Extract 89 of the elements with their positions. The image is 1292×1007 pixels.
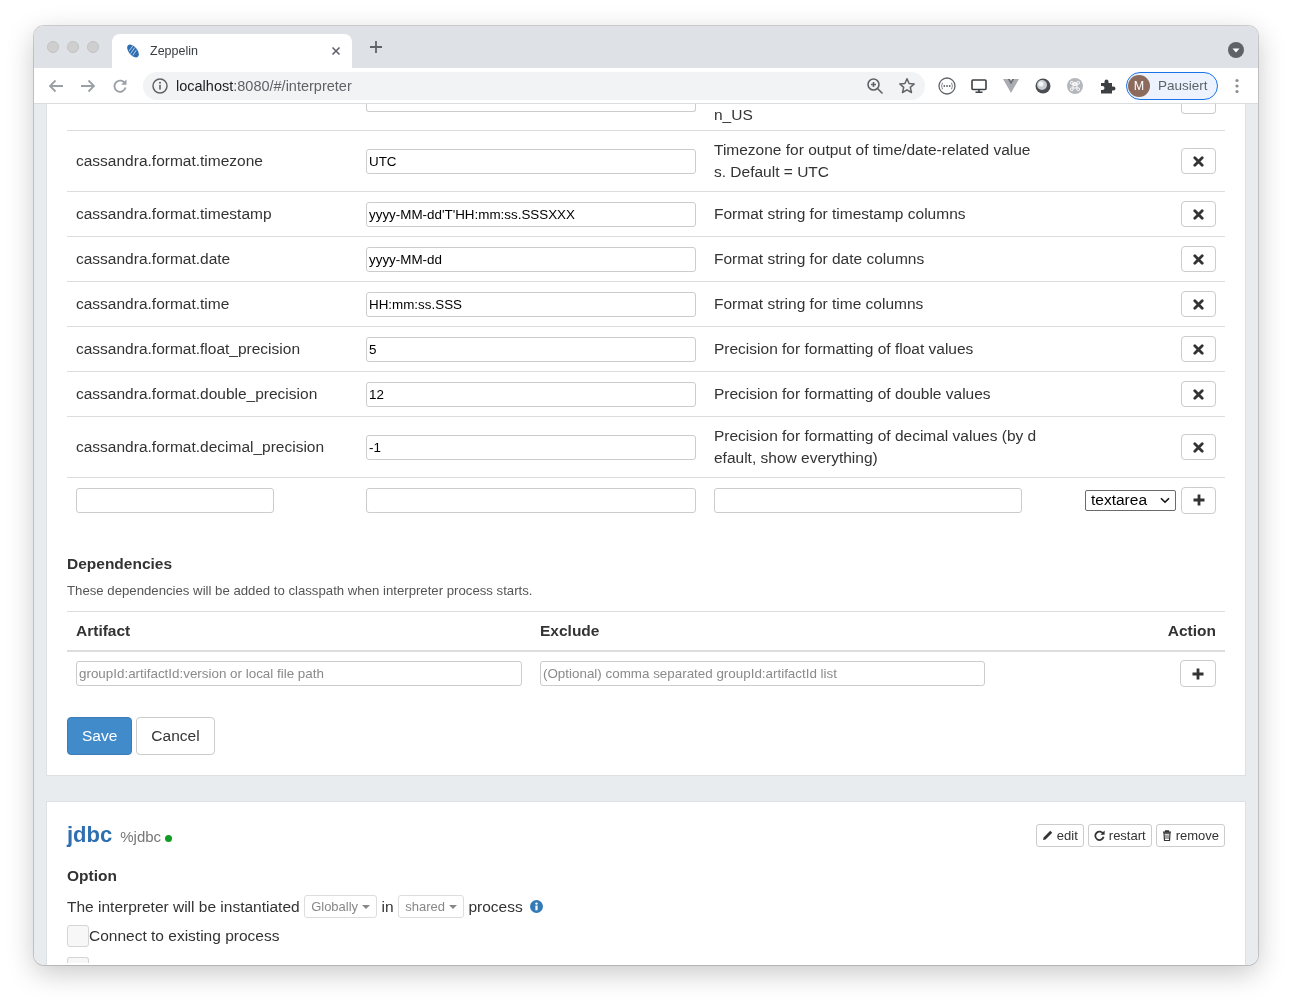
property-name: cassandra.format.double_precision	[76, 384, 318, 404]
section-title: Dependencies	[67, 555, 174, 573]
property-name: cassandra.format.timezone	[76, 151, 263, 171]
value-field[interactable]: yyyy-MM-dd'T'HH:mm:ss.SSSXXX	[366, 201, 696, 227]
column-header: Exclude	[539, 621, 601, 641]
restart-button[interactable]: restart	[1087, 823, 1152, 847]
disc-icon[interactable]	[1034, 76, 1052, 95]
leaf-icon	[125, 43, 141, 59]
type-select[interactable]: textarea	[1085, 489, 1176, 511]
v-logo-icon[interactable]	[1002, 76, 1020, 95]
description-text: Format string for date columns	[714, 249, 926, 269]
artifact-field[interactable]: groupId:artifactId:version or local file path	[76, 661, 522, 686]
value-field[interactable]	[366, 104, 696, 112]
remove-button[interactable]	[1181, 336, 1216, 362]
avatar: M	[1128, 74, 1150, 97]
value-field[interactable]: 5	[366, 336, 696, 362]
checkbox[interactable]	[67, 957, 89, 963]
browser-tab[interactable]: Zeppelin	[112, 34, 352, 68]
value-field[interactable]: 12	[366, 381, 696, 407]
property-name: cassandra.format.timestamp	[76, 204, 272, 224]
star-icon[interactable]	[898, 76, 916, 95]
section-title: Option	[67, 866, 118, 886]
more-icon[interactable]	[1235, 77, 1239, 94]
pencil-icon	[1041, 829, 1053, 841]
ellipsis-circle-icon[interactable]	[938, 76, 956, 95]
column-header: Action	[1166, 621, 1217, 641]
add-button[interactable]	[1181, 486, 1216, 514]
description-field[interactable]	[714, 487, 1022, 513]
cancel-button[interactable]: Cancel	[136, 717, 215, 755]
x-icon	[1193, 155, 1204, 167]
info-icon[interactable]	[152, 77, 168, 94]
info-icon[interactable]	[530, 900, 544, 913]
interpreter-name: jdbc	[67, 822, 113, 848]
remove-button[interactable]	[1181, 291, 1216, 317]
interpreter-alias: %jdbc	[120, 828, 162, 845]
edit-button[interactable]: edit	[1035, 823, 1084, 847]
property-name: cassandra.format.float_precision	[76, 339, 300, 359]
remove-button[interactable]	[1181, 381, 1216, 407]
remove-button[interactable]	[1181, 148, 1216, 174]
description-text: Precision for formatting of double values	[714, 384, 992, 404]
exclude-field[interactable]: (Optional) comma separated groupId:artifactId list	[540, 661, 985, 686]
description-text: Timezone for output of time/date-related values. Default = UTC	[714, 140, 1032, 182]
remove-button[interactable]	[1181, 201, 1216, 227]
mode-dropdown[interactable]: shared	[398, 895, 464, 918]
profile-button[interactable]: M Pausiert	[1126, 71, 1218, 100]
scope-dropdown[interactable]: Globally	[304, 895, 378, 918]
description-text: Precision for formatting of float values	[714, 339, 975, 359]
value-field[interactable]	[366, 487, 696, 513]
remove-button[interactable]: remove	[1155, 823, 1225, 847]
x-icon	[1193, 298, 1204, 310]
description-text: Format string for timestamp columns	[714, 204, 967, 224]
add-button[interactable]	[1180, 660, 1216, 687]
remove-button[interactable]	[1181, 246, 1216, 272]
refresh-icon	[1093, 829, 1105, 841]
plus-icon	[1192, 494, 1205, 506]
x-icon	[1193, 253, 1204, 265]
description-text: Format string for time columns	[714, 294, 925, 314]
value-field[interactable]: HH:mm:ss.SSS	[366, 291, 696, 317]
value-field[interactable]: -1	[366, 434, 696, 460]
remove-button[interactable]	[1181, 434, 1216, 460]
description-text: Precision for formatting of decimal values (by default, show everything)	[714, 426, 1038, 468]
option-text: The interpreter will be instantiated	[67, 897, 300, 916]
option-text: process	[468, 897, 523, 916]
x-icon	[1193, 441, 1204, 453]
property-name: cassandra.format.date	[76, 249, 231, 269]
description-text: n_US	[714, 105, 754, 125]
plus-icon	[1192, 667, 1204, 680]
monitor-icon[interactable]	[970, 76, 988, 95]
x-icon	[1193, 208, 1204, 220]
caret-circle-icon[interactable]	[1228, 42, 1244, 58]
property-name: cassandra.format.time	[76, 294, 230, 314]
checkbox-label: Connect to existing process	[89, 926, 280, 946]
caret-icon	[362, 904, 371, 909]
url-text[interactable]: localhost:8080/#/interpreter	[176, 77, 866, 94]
column-header: Artifact	[75, 621, 132, 641]
section-note: These dependencies will be added to classpath when interpreter process starts.	[67, 583, 534, 599]
caret-icon	[448, 904, 457, 909]
zoom-in-icon[interactable]	[866, 76, 884, 95]
value-field[interactable]: yyyy-MM-dd	[366, 246, 696, 272]
option-text: in	[381, 897, 394, 916]
save-button[interactable]: Save	[67, 717, 133, 755]
trash-icon	[1161, 829, 1172, 841]
x-icon	[1193, 343, 1204, 355]
x-icon	[1193, 388, 1204, 400]
checkbox[interactable]	[67, 925, 89, 947]
name-field[interactable]	[76, 487, 274, 513]
property-name: cassandra.format.decimal_precision	[76, 437, 325, 457]
value-field[interactable]: UTC	[366, 148, 696, 174]
chevron-icon	[1160, 496, 1170, 504]
